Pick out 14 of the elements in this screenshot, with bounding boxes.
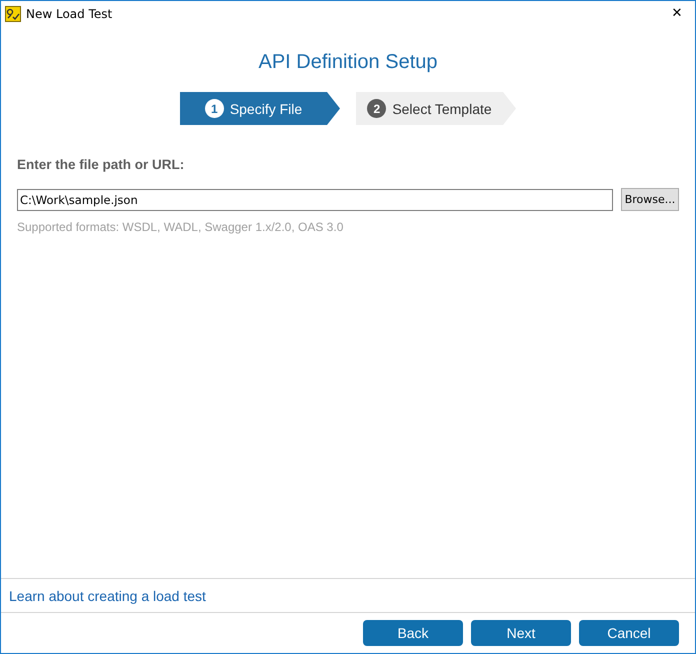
formats-hint: Supported formats: WSDL, WADL, Swagger 1.x/2.0, OAS 3.0: [17, 220, 344, 234]
footer-button[interactable]: Cancel: [579, 620, 679, 646]
dialog-heading: API Definition Setup: [258, 51, 438, 74]
footer-button[interactable]: Back: [363, 620, 463, 646]
close-button[interactable]: ✕: [659, 1, 695, 26]
field-label: Enter the file path or URL:: [17, 157, 186, 172]
browse-button[interactable]: Browse...: [621, 188, 679, 211]
footer-button[interactable]: Next: [471, 620, 571, 646]
window-title: New Load Test: [26, 6, 114, 20]
file-path-field[interactable]: C:\Work\sample.json: [17, 188, 613, 210]
step-tab[interactable]: 1 Specify File: [180, 92, 340, 125]
step-tab[interactable]: 2 Select Template: [356, 92, 516, 125]
help-link[interactable]: Learn about creating a load test: [9, 588, 206, 604]
app-icon: [5, 6, 21, 22]
